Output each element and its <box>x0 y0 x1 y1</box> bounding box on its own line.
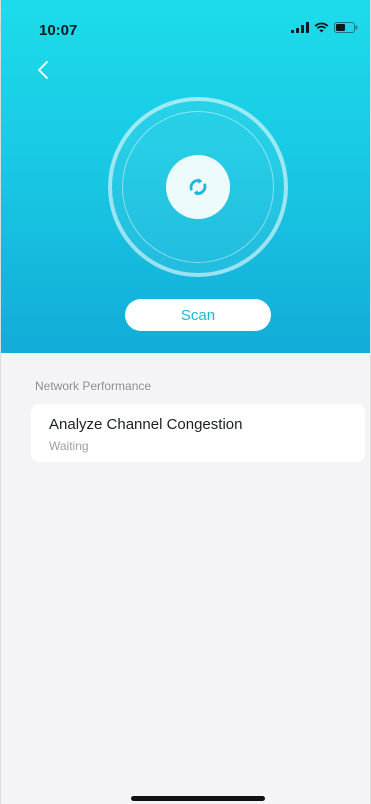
scan-button[interactable]: Scan <box>125 299 271 331</box>
scan-radar <box>108 97 288 277</box>
status-icons <box>291 22 358 33</box>
list-item-status: Waiting <box>49 439 89 453</box>
back-button[interactable] <box>31 58 55 82</box>
battery-icon <box>334 22 358 33</box>
status-bar: 10:07 <box>1 0 370 44</box>
refresh-icon <box>189 178 207 196</box>
scan-center-button[interactable] <box>166 155 230 219</box>
list-item-analyze-channel-congestion[interactable]: Analyze Channel Congestion Waiting <box>31 404 365 462</box>
status-time: 10:07 <box>39 22 78 39</box>
network-performance-heading: Network Performance <box>35 379 152 393</box>
app-screen: 10:07 Scan Network Performance Analyze C… <box>0 0 371 804</box>
scan-hero: 10:07 Scan <box>1 0 370 353</box>
chevron-left-icon <box>38 61 48 79</box>
wifi-icon <box>314 22 329 33</box>
list-item-title: Analyze Channel Congestion <box>49 416 243 433</box>
signal-icon <box>291 22 309 33</box>
home-indicator[interactable] <box>131 796 265 801</box>
